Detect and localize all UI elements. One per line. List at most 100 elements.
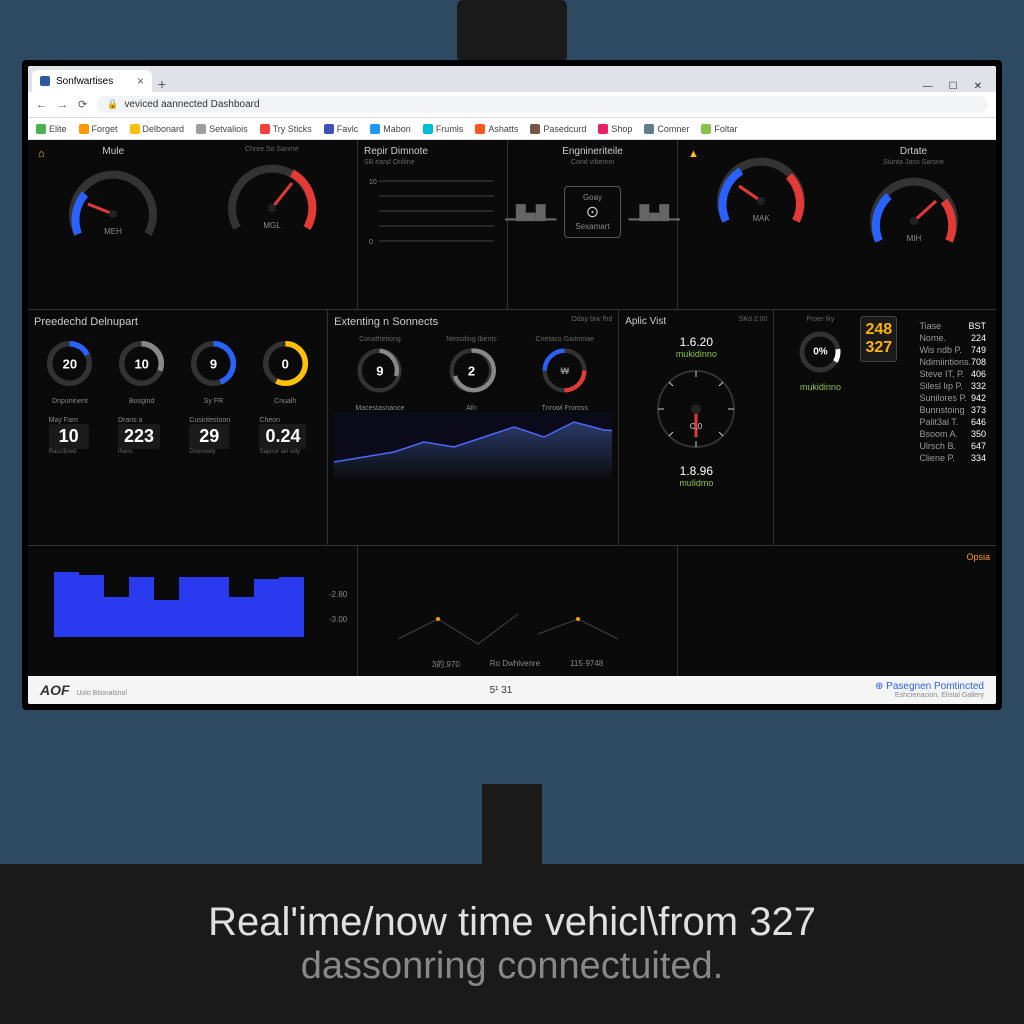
display-value: 248 327 bbox=[860, 316, 897, 362]
sound-wave-icon: ▁█▄█▁ bbox=[629, 204, 680, 221]
stat-box: May Fam10Rascifowd bbox=[49, 417, 89, 455]
svg-text:MEH: MEH bbox=[104, 227, 122, 236]
col-label: Neosding Ibents bbox=[444, 336, 499, 343]
forward-icon[interactable]: → bbox=[57, 99, 68, 111]
svg-text:MGL: MGL bbox=[263, 221, 281, 230]
table-row: Bunnstoing373 bbox=[919, 404, 986, 416]
table-row: TiaseBST bbox=[919, 320, 986, 332]
maximize-icon[interactable]: ☐ bbox=[949, 81, 958, 92]
svg-text:-3.00: -3.00 bbox=[329, 615, 348, 624]
dashboard: ⌂ Mule MEH Chnre So Sanme MGL Repir bbox=[28, 140, 996, 676]
bookmark-item[interactable]: Shop bbox=[598, 124, 632, 134]
panel-data: Proer Iky 0% mukidinno 248 327 TiaseBSTN… bbox=[774, 310, 996, 545]
label: 3的.970 bbox=[432, 659, 460, 670]
panel-title: Engnineriteile bbox=[514, 146, 671, 157]
browser-window: Sonfwartises × + — ☐ ✕ ← → ⟳ 🔒 veviced a… bbox=[28, 66, 996, 704]
globe-icon: ⊕ bbox=[875, 681, 883, 692]
label: 115·9748 bbox=[570, 659, 603, 670]
bookmark-item[interactable]: Pasedcurd bbox=[530, 124, 586, 134]
bookmark-item[interactable]: Mabon bbox=[370, 124, 411, 134]
panel-title: Drtate bbox=[837, 146, 990, 157]
panel-sub: SB eand Onliine bbox=[364, 159, 501, 166]
bookmark-item[interactable]: Ashatts bbox=[475, 124, 518, 134]
table-row: Nome.224 bbox=[919, 332, 986, 344]
panel-sub: Oday biw fhd bbox=[571, 316, 612, 330]
address-bar: ← → ⟳ 🔒 veviced aannected Dashboard bbox=[28, 92, 996, 118]
footer-bar: AOF Uolo Btionalsnol 5¹ 31 ⊕ Pasegnen Po… bbox=[28, 676, 996, 704]
bookmark-item[interactable]: Try Sticks bbox=[260, 124, 312, 134]
gauge-label: Afn bbox=[444, 405, 499, 412]
sound-wave-icon: ▁█▄█▁ bbox=[505, 204, 556, 221]
mini-gauge: 10 bbox=[114, 336, 169, 391]
table-row: Ulrsch B.647 bbox=[919, 440, 986, 452]
gauge-speed: MEH bbox=[63, 159, 163, 259]
col-label: Cnetaco Gaitmnae bbox=[536, 336, 594, 343]
table-row: Cliene P.334 bbox=[919, 452, 986, 464]
back-icon[interactable]: ← bbox=[36, 99, 47, 111]
bookmark-item[interactable]: Delbonard bbox=[130, 124, 185, 134]
bookmark-item[interactable]: Frumls bbox=[423, 124, 464, 134]
new-tab-button[interactable]: + bbox=[152, 76, 172, 92]
mini-gauge: 20 bbox=[42, 336, 97, 391]
panel-repir: Repir Dimnote SB eand Onliine 10 0 bbox=[358, 140, 508, 309]
data-table: TiaseBSTNome.224Wis ndb P.749Ndimiintion… bbox=[915, 316, 990, 539]
stat-box: Cheon0.24Sapnor ain wily bbox=[259, 417, 306, 455]
svg-text:C,0: C,0 bbox=[690, 422, 703, 431]
panel-bottom-right: Opsia bbox=[678, 546, 996, 676]
gauge-3: MAK bbox=[711, 146, 811, 246]
url-input[interactable]: 🔒 veviced aannected Dashboard bbox=[97, 96, 988, 113]
panel-bottom-chart: -2.80 -3.00 bbox=[28, 546, 358, 676]
panel-sub: Chnre So Sanme bbox=[193, 146, 352, 153]
panel-title: Preedechd Delnupart bbox=[34, 316, 321, 328]
panel-predeched: Preedechd Delnupart 20Dnpuninent10Bosgin… bbox=[28, 310, 328, 545]
table-row: Palit3al T.646 bbox=[919, 416, 986, 428]
bookmark-item[interactable]: Favlc bbox=[324, 124, 359, 134]
play-button[interactable]: Goay ⊙ Sexamart bbox=[564, 186, 620, 238]
home-icon[interactable]: ⌂ bbox=[38, 148, 45, 160]
panel-sub: Cond vibennn bbox=[514, 159, 671, 166]
brand: mukidinno bbox=[780, 382, 860, 392]
close-icon[interactable]: × bbox=[137, 74, 144, 88]
caption-line-2: dassonring connectuited. bbox=[301, 945, 724, 988]
logo-sub: Uolo Btionalsnol bbox=[76, 690, 127, 697]
reload-icon[interactable]: ⟳ bbox=[78, 98, 87, 111]
panel-extenting: Extenting n Sonnects Oday biw fhd Conath… bbox=[328, 310, 619, 545]
bookmark-item[interactable]: Comner bbox=[644, 124, 689, 134]
label: Ro Dwhlvenre bbox=[490, 659, 540, 670]
table-row: Steve IT, P.406 bbox=[919, 368, 986, 380]
tab-bar: Sonfwartises × + — ☐ ✕ bbox=[28, 66, 996, 92]
version-text-2: 1.8.96 bbox=[625, 464, 767, 478]
webcam bbox=[457, 0, 567, 62]
monitor: Sonfwartises × + — ☐ ✕ ← → ⟳ 🔒 veviced a… bbox=[22, 60, 1002, 710]
stat-box: Drans a223Ihans bbox=[118, 417, 160, 455]
bookmark-item[interactable]: Forget bbox=[79, 124, 118, 134]
caption-line-1: Real'ime/now time vehicl\from 327 bbox=[208, 900, 816, 945]
status-text: Opsia bbox=[684, 552, 990, 562]
url-text: veviced aannected Dashboard bbox=[124, 99, 259, 110]
scatter-chart bbox=[378, 589, 658, 659]
gauge-value: 9 bbox=[376, 363, 383, 378]
lock-icon: 🔒 bbox=[107, 99, 118, 110]
footer-center: 5¹ 31 bbox=[490, 685, 513, 696]
footer-link[interactable]: Pasegnen Pomtincted bbox=[886, 681, 984, 692]
gauge-big: C,0 bbox=[646, 359, 746, 459]
bookmark-item[interactable]: Elite bbox=[36, 124, 67, 134]
close-window-icon[interactable]: ✕ bbox=[974, 81, 982, 92]
svg-text:MAK: MAK bbox=[752, 214, 770, 223]
minimize-icon[interactable]: — bbox=[923, 81, 933, 92]
svg-text:-2.80: -2.80 bbox=[329, 590, 348, 599]
mini-gauge: 0 bbox=[258, 336, 313, 391]
panel-title: Aplic Vist bbox=[625, 316, 666, 327]
footer-sub: Eshcrenacion, Elistal Gallery bbox=[875, 692, 984, 699]
bookmark-item[interactable]: Setvaliois bbox=[196, 124, 248, 134]
browser-tab[interactable]: Sonfwartises × bbox=[32, 70, 152, 92]
gauge-value: 2 bbox=[468, 363, 475, 378]
bar-chart: 10 0 bbox=[364, 166, 501, 256]
logo: AOF bbox=[40, 682, 70, 698]
version-text: 1.6.20 bbox=[625, 335, 767, 349]
bookmark-item[interactable]: Foltar bbox=[701, 124, 737, 134]
panel-title: Repir Dimnote bbox=[364, 146, 501, 157]
table-row: Ndimiintions.708 bbox=[919, 356, 986, 368]
percent-value: 0% bbox=[813, 347, 827, 358]
panel-sub: SKd 2:00 bbox=[739, 316, 768, 329]
